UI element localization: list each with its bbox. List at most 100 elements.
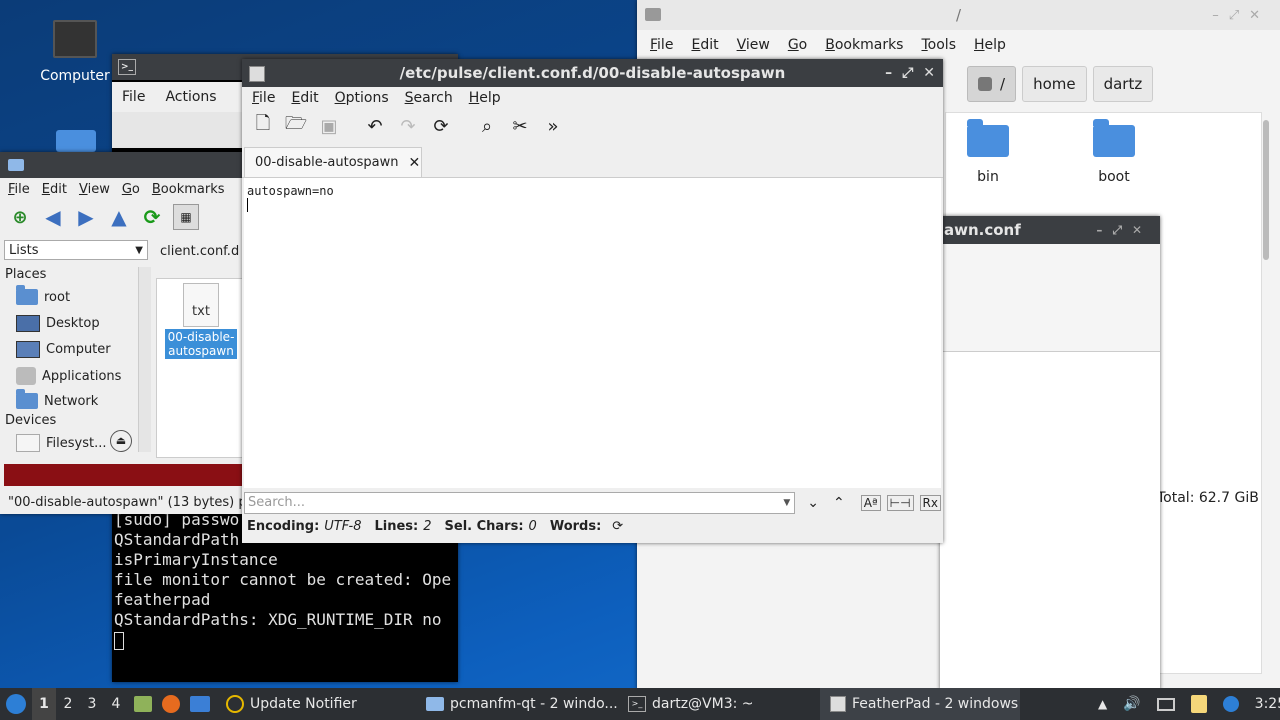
desktop-icon-computer[interactable]: Computer	[35, 20, 115, 84]
save-icon[interactable]: ▣	[317, 114, 341, 138]
more-chevron-icon[interactable]: »	[541, 114, 565, 138]
menu-view[interactable]: View	[728, 32, 779, 58]
volume-icon[interactable]: 🔊	[1123, 696, 1140, 712]
menu-file[interactable]: File	[244, 85, 283, 111]
menu-help[interactable]: Help	[965, 32, 1015, 58]
menu-file[interactable]: File	[112, 82, 155, 112]
start-menu-button[interactable]	[6, 688, 26, 720]
background-dialog[interactable]: awn.conf –⤢✕	[940, 216, 1160, 690]
pcmanfm-titlebar[interactable]	[0, 152, 242, 178]
filemanager-right-titlebar[interactable]: / –⤢✕	[637, 0, 1280, 30]
desktop-show-icon[interactable]	[190, 696, 210, 712]
forward-arrow-icon[interactable]: ▶	[74, 205, 98, 229]
task-update-notifier[interactable]: Update Notifier	[226, 688, 357, 720]
featherpad-toolbar: 🗋 🗁 ▣ ↶ ↷ ⟳ ⌕ ✂ »	[251, 113, 565, 138]
task-terminal[interactable]: >_ dartz@VM3: ~	[628, 688, 754, 720]
new-tab-icon[interactable]: ⊕	[8, 205, 32, 229]
tray-arrow-icon[interactable]: ▲	[1098, 697, 1107, 711]
editor-area[interactable]: autospawn=no	[244, 178, 941, 488]
network-folder-icon	[16, 389, 38, 409]
close-tab-icon[interactable]: ✕	[409, 155, 421, 171]
reload-icon[interactable]: ⟳	[429, 114, 453, 138]
file-item-00-disable-autospawn[interactable]: txt 00-disable-autospawn	[165, 283, 237, 359]
place-network[interactable]: Network	[16, 389, 98, 409]
path-dartz-button[interactable]: dartz	[1092, 66, 1154, 102]
menu-edit[interactable]: Edit	[283, 85, 326, 111]
search-input[interactable]: Search... ▼	[244, 492, 796, 514]
featherpad-window[interactable]: /etc/pulse/client.conf.d/00-disable-auto…	[242, 59, 943, 543]
match-case-icon[interactable]: Aª	[860, 495, 881, 511]
desktop-folder-icon[interactable]	[56, 130, 96, 152]
file-manager-launch-icon[interactable]	[134, 696, 152, 712]
menu-actions[interactable]: Actions	[155, 82, 226, 112]
clipboard-icon[interactable]	[1190, 695, 1207, 713]
menu-view[interactable]: View	[73, 177, 116, 203]
menu-tools[interactable]: Tools	[912, 32, 965, 58]
devices-header: Devices	[5, 413, 57, 428]
menu-file[interactable]: File	[2, 177, 36, 203]
menu-file[interactable]: File	[641, 32, 682, 58]
find-next-icon[interactable]: ⌄	[807, 495, 819, 511]
screen-icon[interactable]	[1156, 697, 1175, 711]
icon-view-icon[interactable]: ▦	[173, 204, 199, 230]
pcmanfm-status: "00-disable-autospawn" (13 bytes) plai	[8, 495, 242, 510]
whole-word-icon[interactable]: ⊢⊣	[886, 495, 914, 511]
view-mode-select[interactable]: Lists ▼	[4, 240, 148, 260]
menu-edit[interactable]: Edit	[682, 32, 727, 58]
dialog-titlebar[interactable]: awn.conf –⤢✕	[940, 216, 1160, 244]
eject-icon[interactable]: ⏏	[110, 430, 132, 452]
undo-icon[interactable]: ↶	[363, 114, 387, 138]
menu-edit[interactable]: Edit	[36, 177, 73, 203]
notification-icon[interactable]	[1222, 696, 1239, 712]
maximize-icon[interactable]: ⤢	[902, 65, 913, 81]
path-home-button[interactable]: home	[1022, 66, 1087, 102]
sidebar-scrollbar[interactable]	[138, 267, 151, 452]
task-label: Update Notifier	[250, 696, 357, 712]
place-root[interactable]: root	[16, 285, 70, 305]
menu-go[interactable]: Go	[779, 32, 816, 58]
workspace-2[interactable]: 2	[56, 696, 80, 712]
workspace-3[interactable]: 3	[80, 696, 104, 712]
device-filesystem[interactable]: Filesyst...	[16, 434, 107, 452]
menu-help[interactable]: Help	[461, 85, 509, 111]
folder-item-bin[interactable]: bin	[958, 119, 1018, 185]
chevron-down-icon[interactable]: ▼	[783, 493, 790, 513]
workspace-4[interactable]: 4	[104, 696, 128, 712]
menu-go[interactable]: Go	[116, 177, 146, 203]
place-label: Applications	[42, 368, 122, 384]
new-file-icon[interactable]: 🗋	[251, 113, 275, 138]
featherpad-titlebar[interactable]: /etc/pulse/client.conf.d/00-disable-auto…	[242, 59, 943, 87]
place-desktop[interactable]: Desktop	[16, 315, 100, 332]
menu-options[interactable]: Options	[327, 85, 397, 111]
update-icon	[226, 695, 244, 713]
regex-icon[interactable]: Rx	[919, 495, 941, 511]
document-tab[interactable]: 00-disable-autospawn ✕	[244, 147, 422, 177]
redo-icon[interactable]: ↷	[396, 114, 420, 138]
path-root-button[interactable]: /	[967, 66, 1017, 102]
refresh-count-icon[interactable]: ⟳	[612, 519, 623, 534]
minimize-icon[interactable]: –	[885, 65, 892, 81]
clock[interactable]: 3:25	[1255, 696, 1280, 712]
back-arrow-icon[interactable]: ◀	[41, 205, 65, 229]
menu-search[interactable]: Search	[397, 85, 461, 111]
find-replace-icon[interactable]: ✂	[508, 114, 532, 138]
firefox-icon[interactable]	[162, 695, 180, 713]
place-computer[interactable]: Computer	[16, 341, 111, 358]
close-icon[interactable]: ✕	[923, 65, 935, 81]
up-arrow-icon[interactable]: ▲	[107, 205, 131, 229]
reload-icon[interactable]: ⟳	[140, 205, 164, 229]
pcmanfm-window[interactable]: File Edit View Go Bookmarks ⊕ ◀ ▶ ▲ ⟳ ▦ …	[0, 152, 242, 514]
pcmanfm-tab[interactable]: client.conf.d	[160, 244, 239, 259]
scrollbar[interactable]	[1263, 120, 1269, 260]
workspace-1[interactable]: 1	[32, 688, 56, 720]
desktop-icon	[16, 315, 40, 332]
task-featherpad[interactable]: FeatherPad - 2 windows	[820, 688, 1020, 720]
menu-bookmarks[interactable]: Bookmarks	[816, 32, 912, 58]
folder-item-boot[interactable]: boot	[1084, 119, 1144, 185]
open-folder-icon[interactable]: 🗁	[284, 113, 308, 138]
menu-bookmarks[interactable]: Bookmarks	[146, 177, 231, 203]
find-icon[interactable]: ⌕	[475, 114, 499, 138]
find-previous-icon[interactable]: ⌃	[833, 495, 845, 511]
task-pcmanfm[interactable]: pcmanfm-qt - 2 windo...	[426, 688, 618, 720]
place-applications[interactable]: Applications	[16, 367, 121, 385]
